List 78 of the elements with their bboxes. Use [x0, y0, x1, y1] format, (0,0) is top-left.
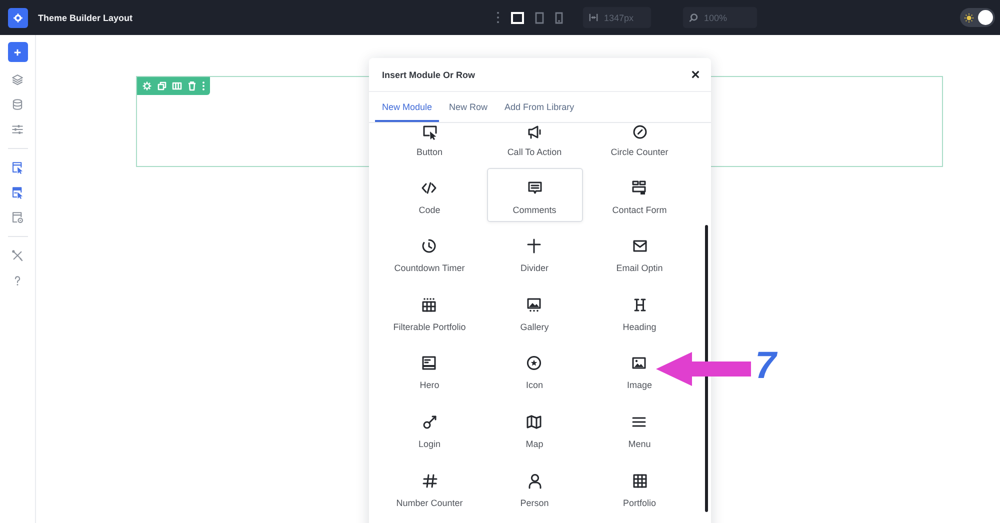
module-tile[interactable]: Comments	[486, 168, 582, 222]
zoom-field[interactable]: 100%	[683, 7, 757, 28]
key-icon	[422, 414, 438, 430]
tab[interactable]: New Module	[375, 92, 440, 122]
sun-icon	[964, 12, 974, 22]
module-tile[interactable]: Login	[414, 402, 445, 456]
gear-icon	[13, 12, 23, 22]
sliders-icon[interactable]	[11, 123, 24, 136]
module-tile[interactable]: Person	[516, 460, 553, 515]
width-input[interactable]: 1347px	[604, 12, 644, 22]
map-icon	[526, 414, 542, 430]
gauge-icon	[632, 124, 648, 140]
module-tile[interactable]: Menu	[624, 402, 655, 456]
hash-icon	[422, 472, 438, 489]
more-icon[interactable]	[496, 11, 500, 24]
speech-bubble-icon	[526, 180, 542, 196]
layers-icon[interactable]	[11, 73, 24, 86]
module-tile[interactable]: Call To Action	[503, 123, 566, 163]
hero-layout-icon	[421, 355, 438, 372]
close-icon	[691, 70, 700, 79]
window-title: Theme Builder Layout	[38, 12, 133, 22]
module-tile[interactable]: Portfolio	[618, 460, 660, 515]
add-button[interactable]	[8, 42, 28, 62]
module-tile[interactable]: Image	[622, 343, 656, 398]
page-cursor-icon[interactable]	[11, 161, 24, 174]
module-tile[interactable]: Hero	[416, 343, 444, 398]
module-tile[interactable]: Code	[414, 168, 444, 222]
duplicate-icon[interactable]	[157, 81, 167, 91]
phone-icon[interactable]	[555, 12, 563, 24]
clock-icon	[421, 238, 438, 254]
envelope-icon	[632, 238, 648, 254]
trash-icon[interactable]	[187, 81, 197, 91]
code-icon	[421, 180, 438, 196]
heading-icon	[632, 296, 648, 313]
module-tile[interactable]: Number Counter	[392, 460, 467, 515]
module-tile[interactable]: Gallery	[516, 284, 553, 339]
gallery-icon	[526, 296, 542, 313]
megaphone-icon	[526, 124, 542, 140]
person-icon	[526, 472, 542, 489]
module-tile[interactable]: Divider	[516, 226, 552, 280]
zoom-icon	[689, 13, 698, 22]
gear-icon[interactable]	[142, 81, 152, 91]
theme-toggle[interactable]	[960, 8, 995, 27]
database-icon[interactable]	[11, 98, 24, 111]
tools-icon[interactable]	[11, 249, 24, 262]
form-icon	[631, 180, 648, 196]
columns-icon[interactable]	[172, 81, 182, 91]
desktop-icon[interactable]	[511, 12, 524, 24]
more-icon[interactable]	[202, 81, 205, 91]
module-tile[interactable]: Icon	[522, 343, 547, 398]
page-cursor-icon[interactable]	[11, 186, 24, 199]
scrollbar-thumb[interactable]	[705, 225, 708, 512]
width-field[interactable]: 1347px	[583, 7, 651, 28]
dialog-title: Insert Module Or Row	[382, 70, 476, 80]
grid-icon	[632, 472, 648, 489]
module-tile[interactable]: Contact Form	[608, 168, 671, 222]
tablet-icon[interactable]	[535, 12, 544, 24]
cursor-square-icon	[422, 124, 438, 140]
step-number: 7	[755, 347, 776, 385]
logo-button[interactable]	[8, 8, 28, 28]
module-tile[interactable]: Filterable Portfolio	[389, 284, 470, 339]
module-tile[interactable]: Button	[412, 123, 447, 163]
plus-icon	[13, 48, 22, 56]
module-tile[interactable]: Heading	[618, 284, 660, 339]
tab[interactable]: Add From Library	[498, 92, 582, 122]
resize-width-icon	[589, 13, 598, 22]
module-tile[interactable]: Circle Counter	[606, 123, 672, 163]
image-icon	[631, 355, 648, 372]
star-circle-icon	[526, 355, 542, 372]
close-button[interactable]	[691, 70, 700, 79]
module-tile[interactable]: Email Optin	[612, 226, 667, 280]
tab[interactable]: New Row	[442, 92, 495, 122]
module-tile[interactable]: Countdown Timer	[390, 226, 469, 280]
module-tile[interactable]: Map	[522, 402, 548, 456]
page-gear-icon[interactable]	[11, 211, 24, 224]
grid-icon	[421, 296, 438, 313]
divider-icon	[526, 238, 542, 254]
zoom-input[interactable]: 100%	[704, 12, 744, 22]
